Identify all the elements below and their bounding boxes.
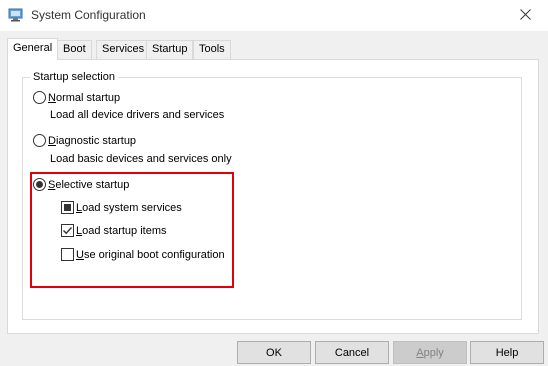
radio-button[interactable]	[33, 91, 46, 104]
diagnostic-startup-label: Diagnostic startup	[48, 134, 137, 147]
apply-button[interactable]: Apply	[393, 341, 467, 364]
ok-button[interactable]: OK	[237, 341, 311, 364]
normal-startup-label: Normal startup	[48, 91, 121, 104]
group-title: Startup selection	[30, 71, 118, 83]
radio-button[interactable]	[33, 134, 46, 147]
diagnostic-startup-description: Load basic devices and services only	[50, 153, 232, 165]
tab-tools[interactable]: Tools	[193, 40, 231, 59]
tab-general[interactable]: General	[7, 38, 59, 60]
close-button[interactable]	[502, 0, 548, 31]
window-title: System Configuration	[31, 8, 146, 22]
highlight-box	[30, 172, 234, 288]
cancel-button[interactable]: Cancel	[315, 341, 389, 364]
tab-startup[interactable]: Startup	[146, 40, 194, 59]
normal-startup-description: Load all device drivers and services	[50, 109, 225, 121]
tab-boot[interactable]: Boot	[57, 40, 92, 59]
tab-services[interactable]: Services	[96, 40, 151, 59]
diagnostic-startup-radio[interactable]: Diagnostic startup	[33, 134, 136, 147]
title-bar: System Configuration	[0, 0, 548, 31]
system-config-icon	[8, 8, 24, 22]
help-button[interactable]: Help	[470, 341, 544, 364]
normal-startup-radio[interactable]: Normal startup	[33, 91, 120, 104]
close-icon	[519, 8, 531, 23]
